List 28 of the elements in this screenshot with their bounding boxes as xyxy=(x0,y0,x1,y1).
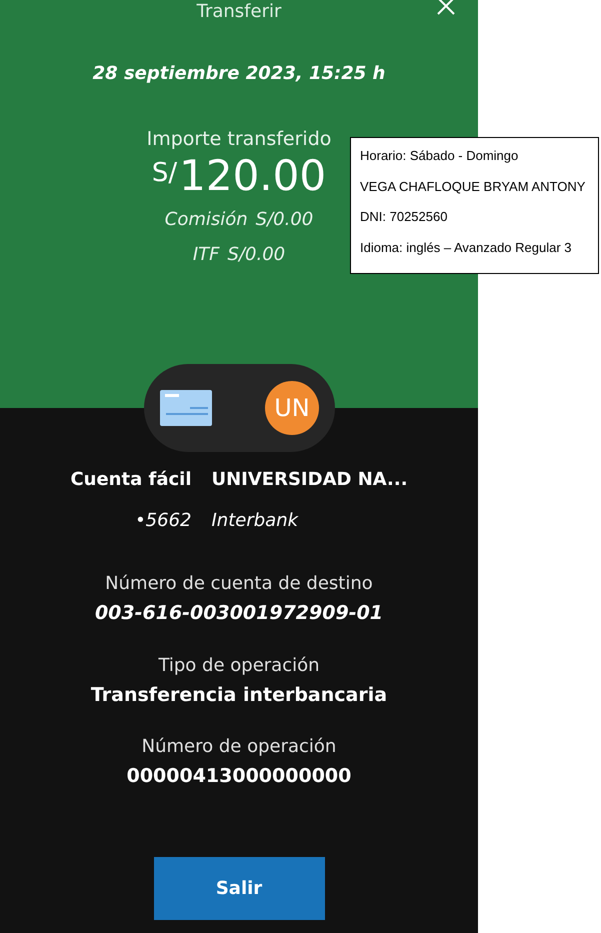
close-button[interactable] xyxy=(436,0,456,16)
fee-label: Comisión xyxy=(164,208,248,232)
recipient-bank: Interbank xyxy=(212,509,300,533)
recipient-avatar: UN xyxy=(265,381,319,435)
close-icon xyxy=(436,0,456,16)
detail-label: Número de operación xyxy=(142,735,336,759)
detail-value: 00000413000000000 xyxy=(126,764,352,789)
date-text: 28 septiembre 2023, 15:25 h xyxy=(92,62,386,86)
note-line: Idioma: inglés – Avanzado Regular 3 xyxy=(360,238,573,257)
exit-button[interactable]: Salir xyxy=(154,856,324,920)
currency-symbol: S/ xyxy=(152,156,178,190)
detail-value: Transferencia interbancaria xyxy=(90,682,388,708)
fee-value: S/0.00 xyxy=(256,208,314,232)
fee-value: S/0.00 xyxy=(228,243,286,267)
detail-value: 003-616-003001972909-01 xyxy=(94,601,384,626)
note-line: Horario: Sábado - Domingo xyxy=(360,147,520,165)
origin-account-name: Cuenta fácil xyxy=(70,468,192,492)
amount-value: 120.00 xyxy=(179,150,326,202)
note-line: DNI: 70252560 xyxy=(360,208,448,226)
note-line: VEGA CHAFLOQUE BRYAM ANTONY xyxy=(360,178,586,196)
amount-label: Importe transferido xyxy=(146,127,332,152)
origin-account-number: •5662 xyxy=(134,509,192,533)
recipient-name: UNIVERSIDAD NA... xyxy=(212,468,408,492)
screen-title: Transferir xyxy=(196,2,282,22)
detail-label: Número de cuenta de destino xyxy=(105,572,373,596)
bank-card-icon xyxy=(160,390,212,426)
detail-label: Tipo de operación xyxy=(158,654,320,678)
fee-label: ITF xyxy=(192,243,220,267)
